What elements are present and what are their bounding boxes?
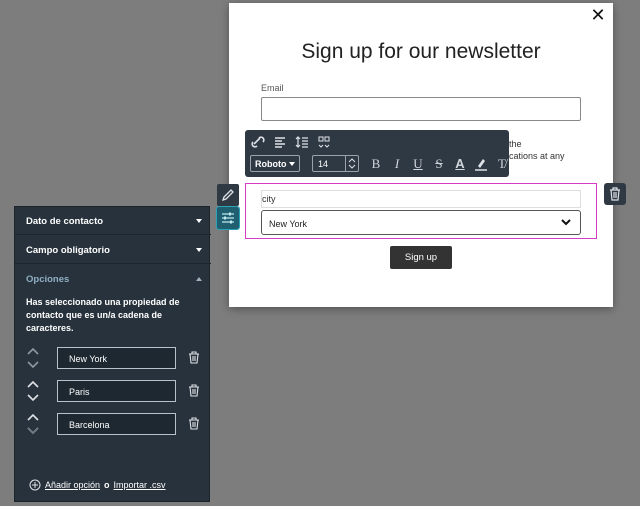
font-size-value: 14 [318,159,329,169]
close-button[interactable]: ✕ [589,6,607,24]
options-panel: Dato de contacto Campo obligatorio Opcio… [14,206,211,502]
consent-line-1: the [509,139,522,149]
option-input[interactable]: Barcelona [57,413,176,435]
align-icon[interactable] [273,135,287,149]
city-field-block[interactable]: city New York [245,183,597,239]
line-height-icon[interactable] [295,135,309,149]
edit-button[interactable] [217,184,239,206]
section-options[interactable]: Opciones [15,265,211,293]
or-text: o [104,480,110,490]
underline-icon[interactable]: U [411,157,425,171]
settings-button[interactable] [216,206,240,230]
caret-up-icon [196,277,202,281]
text-color-icon[interactable]: A [453,157,467,171]
trash-icon[interactable] [188,417,200,430]
consent-line-2: cations at any [509,151,565,161]
pencil-icon [221,189,234,202]
add-option-row: Añadir opción o Importar .csv [29,479,166,491]
rich-text-toolbar: Roboto 14 B I U S A T̸ [245,130,509,177]
delete-block-button[interactable] [604,183,626,205]
font-family-value: Roboto [255,159,287,169]
sliders-icon [222,212,234,224]
link-icon[interactable] [251,135,265,149]
font-size-input[interactable]: 14 [312,155,359,172]
trash-icon[interactable] [188,351,200,364]
modal-title: Sign up for our newsletter [301,40,541,63]
city-select[interactable]: New York [261,210,581,235]
reorder-icon[interactable] [26,379,40,403]
chevron-down-icon [561,219,571,226]
option-input[interactable]: New York [57,347,176,369]
list-item: Paris [26,379,206,403]
clear-format-icon[interactable]: T̸ [495,157,509,171]
caret-down-icon [196,248,202,252]
italic-icon[interactable]: I [390,157,404,171]
reorder-icon[interactable] [26,346,40,370]
caret-down-icon [289,162,295,166]
toolbar-row-1 [251,135,331,151]
add-option-link[interactable]: Añadir opción [45,480,100,490]
consent-text: the cations at any [509,138,565,162]
section-options-label: Opciones [26,274,70,285]
signup-button[interactable]: Sign up [390,246,452,269]
reorder-icon[interactable] [26,412,40,436]
section-required-field-label: Campo obligatorio [26,245,110,256]
highlight-icon[interactable] [474,157,488,171]
section-required-field[interactable]: Campo obligatorio [15,236,211,264]
caret-down-icon [196,219,202,223]
email-field[interactable] [261,97,581,121]
email-label: Email [261,83,284,93]
list-item: New York [26,346,206,370]
bold-icon[interactable]: B [369,157,383,171]
merge-tags-icon[interactable] [317,135,331,149]
city-label[interactable]: city [261,190,581,208]
section-contact-data[interactable]: Dato de contacto [15,207,211,235]
city-select-value: New York [269,219,308,229]
spinner-icon[interactable] [345,156,358,171]
import-csv-link[interactable]: Importar .csv [114,480,166,490]
list-item: Barcelona [26,412,206,436]
options-description: Has seleccionado una propiedad de contac… [26,297,180,333]
plus-circle-icon[interactable] [29,479,41,491]
format-icons: B I U S A T̸ [369,157,509,171]
option-input[interactable]: Paris [57,380,176,402]
section-contact-data-label: Dato de contacto [26,216,104,227]
strikethrough-icon[interactable]: S [432,157,446,171]
trash-icon [610,187,620,201]
trash-icon[interactable] [188,384,200,397]
font-family-select[interactable]: Roboto [250,155,300,172]
